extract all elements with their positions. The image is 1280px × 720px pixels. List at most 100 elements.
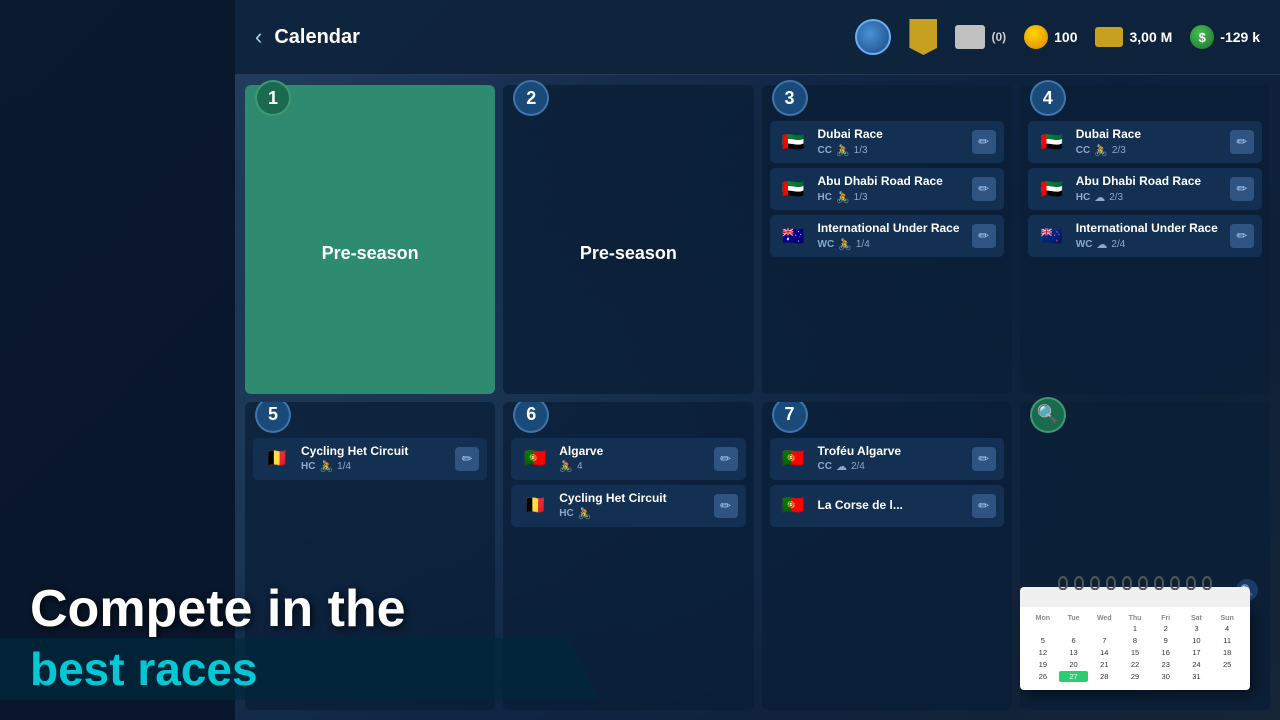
week-3-race-2-name: Abu Dhabi Road Race <box>818 174 964 188</box>
calendar-top <box>1020 587 1250 607</box>
cal-day-8: 8 <box>1120 635 1150 646</box>
week-7-races: 🇵🇹 Troféu Algarve CC ☁ 2/4 ✏ 🇵🇹 La Corse… <box>770 438 1004 527</box>
spiral-9 <box>1186 576 1196 590</box>
cal-tue: Tue <box>1059 615 1089 622</box>
week-3-race-2-badge: HC <box>818 192 832 203</box>
cal-day-23: 23 <box>1151 659 1181 670</box>
cal-day-16: 16 <box>1151 647 1181 658</box>
cal-day-10: 10 <box>1182 635 1212 646</box>
week-1-label: Pre-season <box>253 121 487 386</box>
back-button[interactable]: ‹ <box>255 24 262 50</box>
messages-icon[interactable] <box>955 25 985 49</box>
week-4-race-1-badge: CC <box>1076 145 1090 156</box>
week-7-race-1-badge: CC <box>818 461 832 472</box>
coins-stat: 100 <box>1024 25 1077 49</box>
cal-day-e3 <box>1089 623 1119 634</box>
be-flag-2: 🇧🇪 <box>519 490 551 522</box>
week-3-race-2[interactable]: 🇦🇪 Abu Dhabi Road Race HC 🚴 1/3 ✏ <box>770 168 1004 210</box>
week-7-race-1[interactable]: 🇵🇹 Troféu Algarve CC ☁ 2/4 ✏ <box>770 438 1004 480</box>
week-7-cell: 7 🇵🇹 Troféu Algarve CC ☁ 2/4 ✏ 🇵🇹 La Cor… <box>762 402 1012 711</box>
spiral-3 <box>1090 576 1100 590</box>
week-7-race-1-edit[interactable]: ✏ <box>972 447 996 471</box>
uae-flag-4: 🇦🇪 <box>1036 173 1068 205</box>
bookmark-icon[interactable] <box>909 19 937 55</box>
week-4-race-2-icon: ☁ <box>1094 191 1105 204</box>
week-3-race-2-edit[interactable]: ✏ <box>972 177 996 201</box>
week-4-race-2-edit[interactable]: ✏ <box>1230 177 1254 201</box>
page-title: Calendar <box>274 26 855 49</box>
week-7-race-2[interactable]: 🇵🇹 La Corse de l... ✏ <box>770 485 1004 527</box>
week-7-race-1-info: Troféu Algarve CC ☁ 2/4 <box>818 444 964 473</box>
cal-day-5: 5 <box>1028 635 1058 646</box>
promo-overlay: Compete in the best races <box>0 520 600 720</box>
cal-mon: Mon <box>1028 615 1058 622</box>
week-4-race-2[interactable]: 🇦🇪 Abu Dhabi Road Race HC ☁ 2/3 ✏ <box>1028 168 1262 210</box>
week-6-race-2-meta: HC 🚴 <box>559 507 705 520</box>
week-3-race-3-name: International Under Race <box>818 221 964 235</box>
week-4-race-2-badge: HC <box>1076 192 1090 203</box>
week-4-race-1-edit[interactable]: ✏ <box>1230 130 1254 154</box>
cal-day-27-today: 27 <box>1059 671 1089 682</box>
promo-line2: best races <box>0 638 600 700</box>
cal-day-6: 6 <box>1059 635 1089 646</box>
week-5-race-1-edit[interactable]: ✏ <box>455 447 479 471</box>
wallet-stat: 3,00 M <box>1095 27 1172 47</box>
coins-value: 100 <box>1054 29 1077 45</box>
cal-sat: Sat <box>1182 615 1212 622</box>
spiral-8 <box>1170 576 1180 590</box>
week-6-race-1-edit[interactable]: ✏ <box>714 447 738 471</box>
week-6-race-1-fraction: 4 <box>577 461 583 472</box>
week-3-race-1-name: Dubai Race <box>818 127 964 141</box>
week-4-race-3-meta: WC ☁ 2/4 <box>1076 238 1222 251</box>
cal-day-21: 21 <box>1089 659 1119 670</box>
week-5-race-1[interactable]: 🇧🇪 Cycling Het Circuit HC 🚴 1/4 ✏ <box>253 438 487 480</box>
week-5-number: 5 <box>255 402 291 433</box>
week-3-race-3[interactable]: 🇦🇺 International Under Race WC 🚴 1/4 ✏ <box>770 215 1004 257</box>
cal-day-11: 11 <box>1212 635 1242 646</box>
week-7-race-1-fraction: 2/4 <box>851 461 865 472</box>
be-flag-1: 🇧🇪 <box>261 443 293 475</box>
week-5-race-1-name: Cycling Het Circuit <box>301 444 447 458</box>
week-3-race-1-meta: CC 🚴 1/3 <box>818 144 964 157</box>
cal-day-22: 22 <box>1120 659 1150 670</box>
week-6-race-1-name: Algarve <box>559 444 705 458</box>
week-3-race-2-fraction: 1/3 <box>854 192 868 203</box>
week-4-race-3-name: International Under Race <box>1076 221 1222 235</box>
week-6-race-2-name: Cycling Het Circuit <box>559 491 705 505</box>
cal-day-7: 7 <box>1089 635 1119 646</box>
cal-day-e2 <box>1059 623 1089 634</box>
week-7-race-2-edit[interactable]: ✏ <box>972 494 996 518</box>
cal-day-14: 14 <box>1089 647 1119 658</box>
spiral-4 <box>1106 576 1116 590</box>
week-4-race-3-info: International Under Race WC ☁ 2/4 <box>1076 221 1222 250</box>
cal-day-9: 9 <box>1151 635 1181 646</box>
week-2-number: 2 <box>513 80 549 116</box>
calendar-grid-inner: Mon Tue Wed Thu Fri Sat Sun 1 2 3 4 5 6 … <box>1028 615 1242 682</box>
week-3-race-1-info: Dubai Race CC 🚴 1/3 <box>818 127 964 156</box>
nz-flag-1: 🇳🇿 <box>1036 220 1068 252</box>
week-4-race-3-edit[interactable]: ✏ <box>1230 224 1254 248</box>
week-3-races: 🇦🇪 Dubai Race CC 🚴 1/3 ✏ 🇦🇪 Abu Dhabi Ro… <box>770 121 1004 257</box>
pt-flag-3: 🇵🇹 <box>778 490 810 522</box>
week-6-race-2-edit[interactable]: ✏ <box>714 494 738 518</box>
week-4-race-1-icon: 🚴 <box>1094 144 1108 157</box>
week-4-race-3[interactable]: 🇳🇿 International Under Race WC ☁ 2/4 ✏ <box>1028 215 1262 257</box>
week-7-race-1-name: Troféu Algarve <box>818 444 964 458</box>
cal-day-12: 12 <box>1028 647 1058 658</box>
cal-day-26: 26 <box>1028 671 1058 682</box>
week-6-race-1-info: Algarve 🚴 4 <box>559 444 705 473</box>
cal-day-29: 29 <box>1120 671 1150 682</box>
week-3-race-1-icon: 🚴 <box>836 144 850 157</box>
week-6-race-2-badge: HC <box>559 508 573 519</box>
week-3-race-3-fraction: 1/4 <box>856 239 870 250</box>
week-3-race-3-badge: WC <box>818 239 835 250</box>
week-1-number: 1 <box>255 80 291 116</box>
week-3-race-1[interactable]: 🇦🇪 Dubai Race CC 🚴 1/3 ✏ <box>770 121 1004 163</box>
week-3-race-3-edit[interactable]: ✏ <box>972 224 996 248</box>
week-7-race-2-info: La Corse de l... <box>818 498 964 512</box>
week-7-number: 7 <box>772 402 808 433</box>
globe-icon[interactable] <box>855 19 891 55</box>
week-6-race-1[interactable]: 🇵🇹 Algarve 🚴 4 ✏ <box>511 438 745 480</box>
week-3-race-1-edit[interactable]: ✏ <box>972 130 996 154</box>
week-4-race-1[interactable]: 🇦🇪 Dubai Race CC 🚴 2/3 ✏ <box>1028 121 1262 163</box>
